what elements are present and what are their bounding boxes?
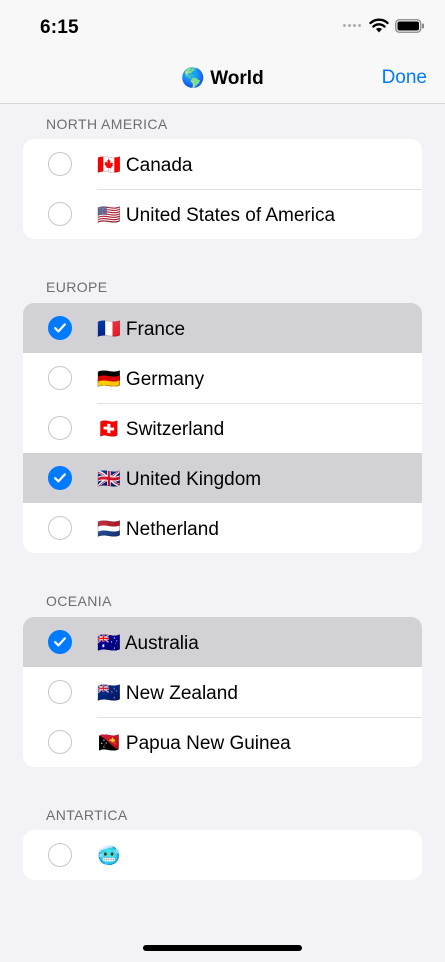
section-group: 🥶 <box>23 830 422 880</box>
page-title: 🌎 World <box>181 68 264 89</box>
done-button[interactable]: Done <box>382 67 427 89</box>
checkmark-circle-icon[interactable] <box>48 466 72 490</box>
list-item[interactable]: 🇩🇪 Germany <box>23 353 422 403</box>
section-header: OCEANIA <box>46 593 112 609</box>
section-header: NORTH AMERICA <box>46 116 168 132</box>
status-bar: 6:15 <box>0 0 445 52</box>
status-time: 6:15 <box>40 17 79 38</box>
empty-circle-icon[interactable] <box>48 152 72 176</box>
empty-circle-icon[interactable] <box>48 416 72 440</box>
list-item[interactable]: 🇨🇭 Switzerland <box>23 403 422 453</box>
empty-circle-icon[interactable] <box>48 516 72 540</box>
status-icons <box>343 18 425 33</box>
list-item[interactable]: 🇳🇱 Netherland <box>23 503 422 553</box>
list-item-label: 🇵🇬 Papua New Guinea <box>97 733 291 754</box>
list-item-label: 🇨🇦 Canada <box>97 155 193 176</box>
list-item[interactable]: 🇬🇧 United Kingdom <box>23 453 422 503</box>
list-item-label: 🇩🇪 Germany <box>97 369 205 390</box>
empty-circle-icon[interactable] <box>48 730 72 754</box>
list-item-label: 🥶 <box>97 846 121 867</box>
list-item-label: 🇳🇿 New Zealand <box>97 683 238 704</box>
empty-circle-icon[interactable] <box>48 202 72 226</box>
home-indicator[interactable] <box>143 945 302 951</box>
checkmark-circle-icon[interactable] <box>48 316 72 340</box>
section-header: ANTARTICA <box>46 807 128 823</box>
empty-circle-icon[interactable] <box>48 366 72 390</box>
list-item-label: 🇳🇱 Netherland <box>97 519 219 540</box>
empty-circle-icon[interactable] <box>48 680 72 704</box>
empty-circle-icon[interactable] <box>48 843 72 867</box>
list-item[interactable]: 🇦🇺 Australia <box>23 617 422 667</box>
cellular-signal-icon <box>343 24 361 27</box>
list-item-label: 🇺🇸 United States of America <box>97 205 336 226</box>
section-group: 🇦🇺 Australia 🇳🇿 New Zealand 🇵🇬 Papua New G… <box>23 617 422 767</box>
list-item-label: 🇦🇺 Australia <box>97 633 199 654</box>
list-item[interactable]: 🇺🇸 United States of America <box>23 189 422 239</box>
navigation-bar: 🌎 World Done <box>0 52 445 104</box>
list-item[interactable]: 🇨🇦 Canada <box>23 139 422 189</box>
list-item[interactable]: 🥶 <box>23 830 422 880</box>
section-group: 🇫🇷 France 🇩🇪 Germany 🇨🇭 Switzerland 🇬🇧 Unit… <box>23 303 422 553</box>
checkmark-circle-icon[interactable] <box>48 630 72 654</box>
section-header: EUROPE <box>46 279 108 295</box>
list-item[interactable]: 🇫🇷 France <box>23 303 422 353</box>
section-group: 🇨🇦 Canada 🇺🇸 United States of America <box>23 139 422 239</box>
list-item-label: 🇨🇭 Switzerland <box>97 419 225 440</box>
list-item[interactable]: 🇵🇬 Papua New Guinea <box>23 717 422 767</box>
wifi-icon <box>369 18 389 33</box>
list-item-label: 🇫🇷 France <box>97 319 186 340</box>
list-item-label: 🇬🇧 United Kingdom <box>97 469 262 490</box>
list-item[interactable]: 🇳🇿 New Zealand <box>23 667 422 717</box>
battery-icon <box>395 18 424 33</box>
